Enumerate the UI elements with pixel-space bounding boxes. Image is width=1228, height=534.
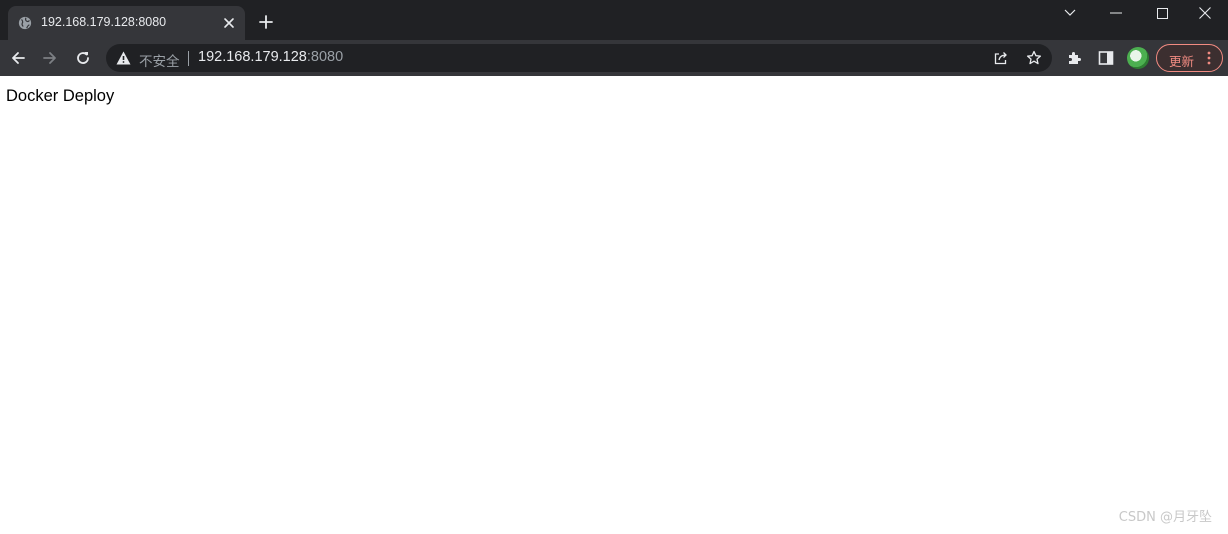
tab-search-button[interactable] xyxy=(1047,0,1093,26)
arrow-right-icon xyxy=(43,52,56,64)
omnibox-divider xyxy=(188,51,189,66)
close-tab-icon[interactable] xyxy=(221,15,237,31)
share-icon[interactable] xyxy=(993,50,1009,66)
globe-icon xyxy=(18,16,32,30)
watermark-text: CSDN @月牙坠 xyxy=(1118,510,1212,525)
security-status-label[interactable]: 不安全 xyxy=(139,50,180,70)
url-host: 192.168.179.128 xyxy=(198,49,307,65)
address-bar[interactable]: 不安全 192.168.179.128:8080 xyxy=(106,44,1052,72)
url-text[interactable]: 192.168.179.128:8080 xyxy=(198,49,343,65)
arrow-left-icon xyxy=(12,52,25,64)
warning-icon[interactable] xyxy=(116,51,131,65)
maximize-button[interactable] xyxy=(1139,0,1185,26)
maximize-icon xyxy=(1156,7,1168,19)
new-tab-icon[interactable] xyxy=(258,14,274,30)
chevron-down-icon xyxy=(1064,9,1076,16)
close-icon xyxy=(1199,7,1211,19)
browser-toolbar: 不安全 192.168.179.128:8080 更新 xyxy=(0,40,1228,76)
star-icon[interactable] xyxy=(1026,50,1042,66)
profile-avatar[interactable] xyxy=(1127,47,1149,69)
update-label: 更新 xyxy=(1169,55,1195,69)
minimize-button[interactable] xyxy=(1093,0,1139,26)
side-panel-icon[interactable] xyxy=(1098,50,1114,66)
back-button[interactable] xyxy=(8,48,28,68)
tab-title: 192.168.179.128:8080 xyxy=(41,15,167,29)
title-bar: 192.168.179.128:8080 xyxy=(0,0,1228,40)
browser-tab[interactable]: 192.168.179.128:8080 xyxy=(8,6,245,40)
page-content: Docker Deploy CSDN @月牙坠 xyxy=(0,76,1228,534)
reload-button[interactable] xyxy=(73,48,93,68)
extensions-icon[interactable] xyxy=(1066,50,1082,66)
forward-button[interactable] xyxy=(40,48,60,68)
reload-icon xyxy=(77,52,89,64)
update-button[interactable]: 更新 xyxy=(1156,44,1223,72)
close-window-button[interactable] xyxy=(1182,0,1228,26)
page-body-text: Docker Deploy xyxy=(6,87,115,105)
url-port: :8080 xyxy=(306,49,344,65)
more-vert-icon xyxy=(1207,51,1211,65)
minimize-icon xyxy=(1110,12,1122,14)
